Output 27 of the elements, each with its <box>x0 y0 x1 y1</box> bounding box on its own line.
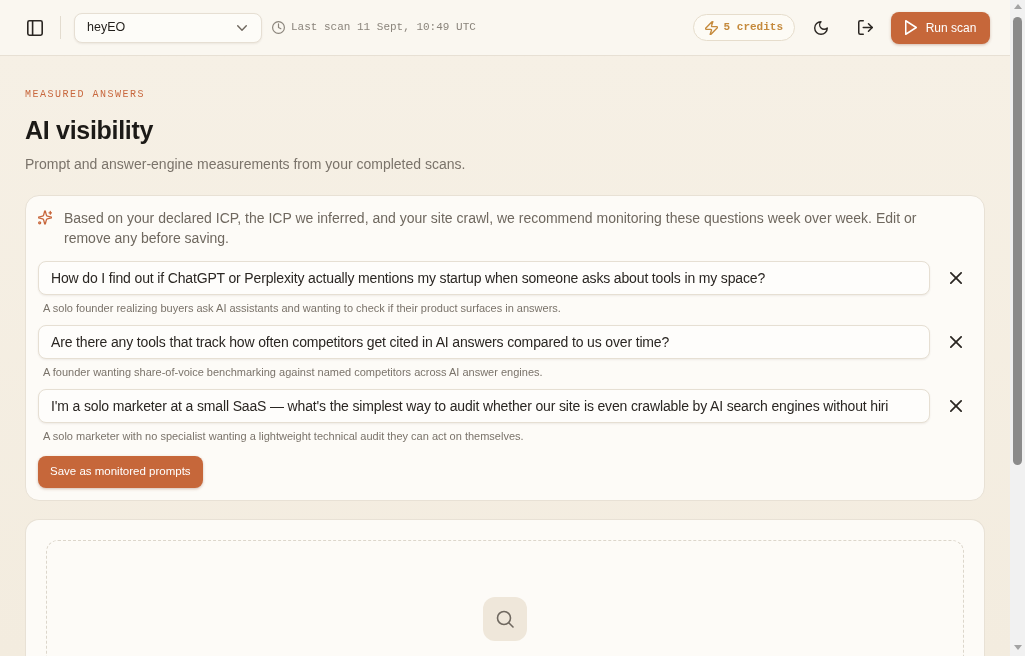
moon-icon[interactable] <box>814 20 828 35</box>
close-icon[interactable] <box>950 400 962 412</box>
prompt-hint: A solo marketer with no specialist wanting a lightweight technical audit they can act on themselves. <box>43 429 525 443</box>
scrollbar-thumb[interactable] <box>1013 17 1022 465</box>
page-title: AI visibility <box>25 115 154 146</box>
lightning-bolt-icon <box>704 20 718 35</box>
recommendation-intro: Based on your declared ICP, the ICP we inferred, and your site crawl, we recommend monitoring these questions week over week. Edit or remove any before saving. <box>64 209 918 248</box>
prompt-input[interactable]: How do I find out if ChatGPT or Perplexity actually mentions my startup when someone asks about tools in my space? <box>38 261 930 295</box>
sidebar-toggle-icon[interactable] <box>27 19 43 36</box>
save-prompts-button[interactable]: Save as monitored prompts <box>38 456 203 488</box>
page-subtitle: Prompt and answer-engine measurements from your completed scans. <box>25 155 466 174</box>
close-icon[interactable] <box>950 336 962 348</box>
clock-icon <box>272 21 285 34</box>
play-icon <box>904 20 917 35</box>
close-icon[interactable] <box>950 272 962 284</box>
prompt-hint: A founder wanting share-of-voice benchmarking against named competitors across AI answer engines. <box>43 365 544 379</box>
section-eyebrow: MEASURED ANSWERS <box>25 89 145 101</box>
prompt-input[interactable]: Are there any tools that track how often competitors get cited in AI answers compared to us over time? <box>38 325 930 359</box>
last-scan-time: Last scan 11 Sept, 10:49 UTC <box>291 20 476 36</box>
prompt-input[interactable]: I'm a solo marketer at a small SaaS — what's the simplest way to audit whether our site is even crawlable by AI search engines without hiri <box>38 389 930 423</box>
workspace-select[interactable]: heyEO <box>74 12 262 43</box>
search-icon <box>483 597 527 641</box>
log-out-icon[interactable] <box>858 20 873 35</box>
run-scan-button[interactable]: Run scan <box>891 11 990 44</box>
chevron-down-icon <box>237 24 247 31</box>
prompt-hint: A solo founder realizing buyers ask AI assistants and wanting to check if their product surfaces in answers. <box>43 301 562 315</box>
sparkles-icon <box>38 210 52 225</box>
